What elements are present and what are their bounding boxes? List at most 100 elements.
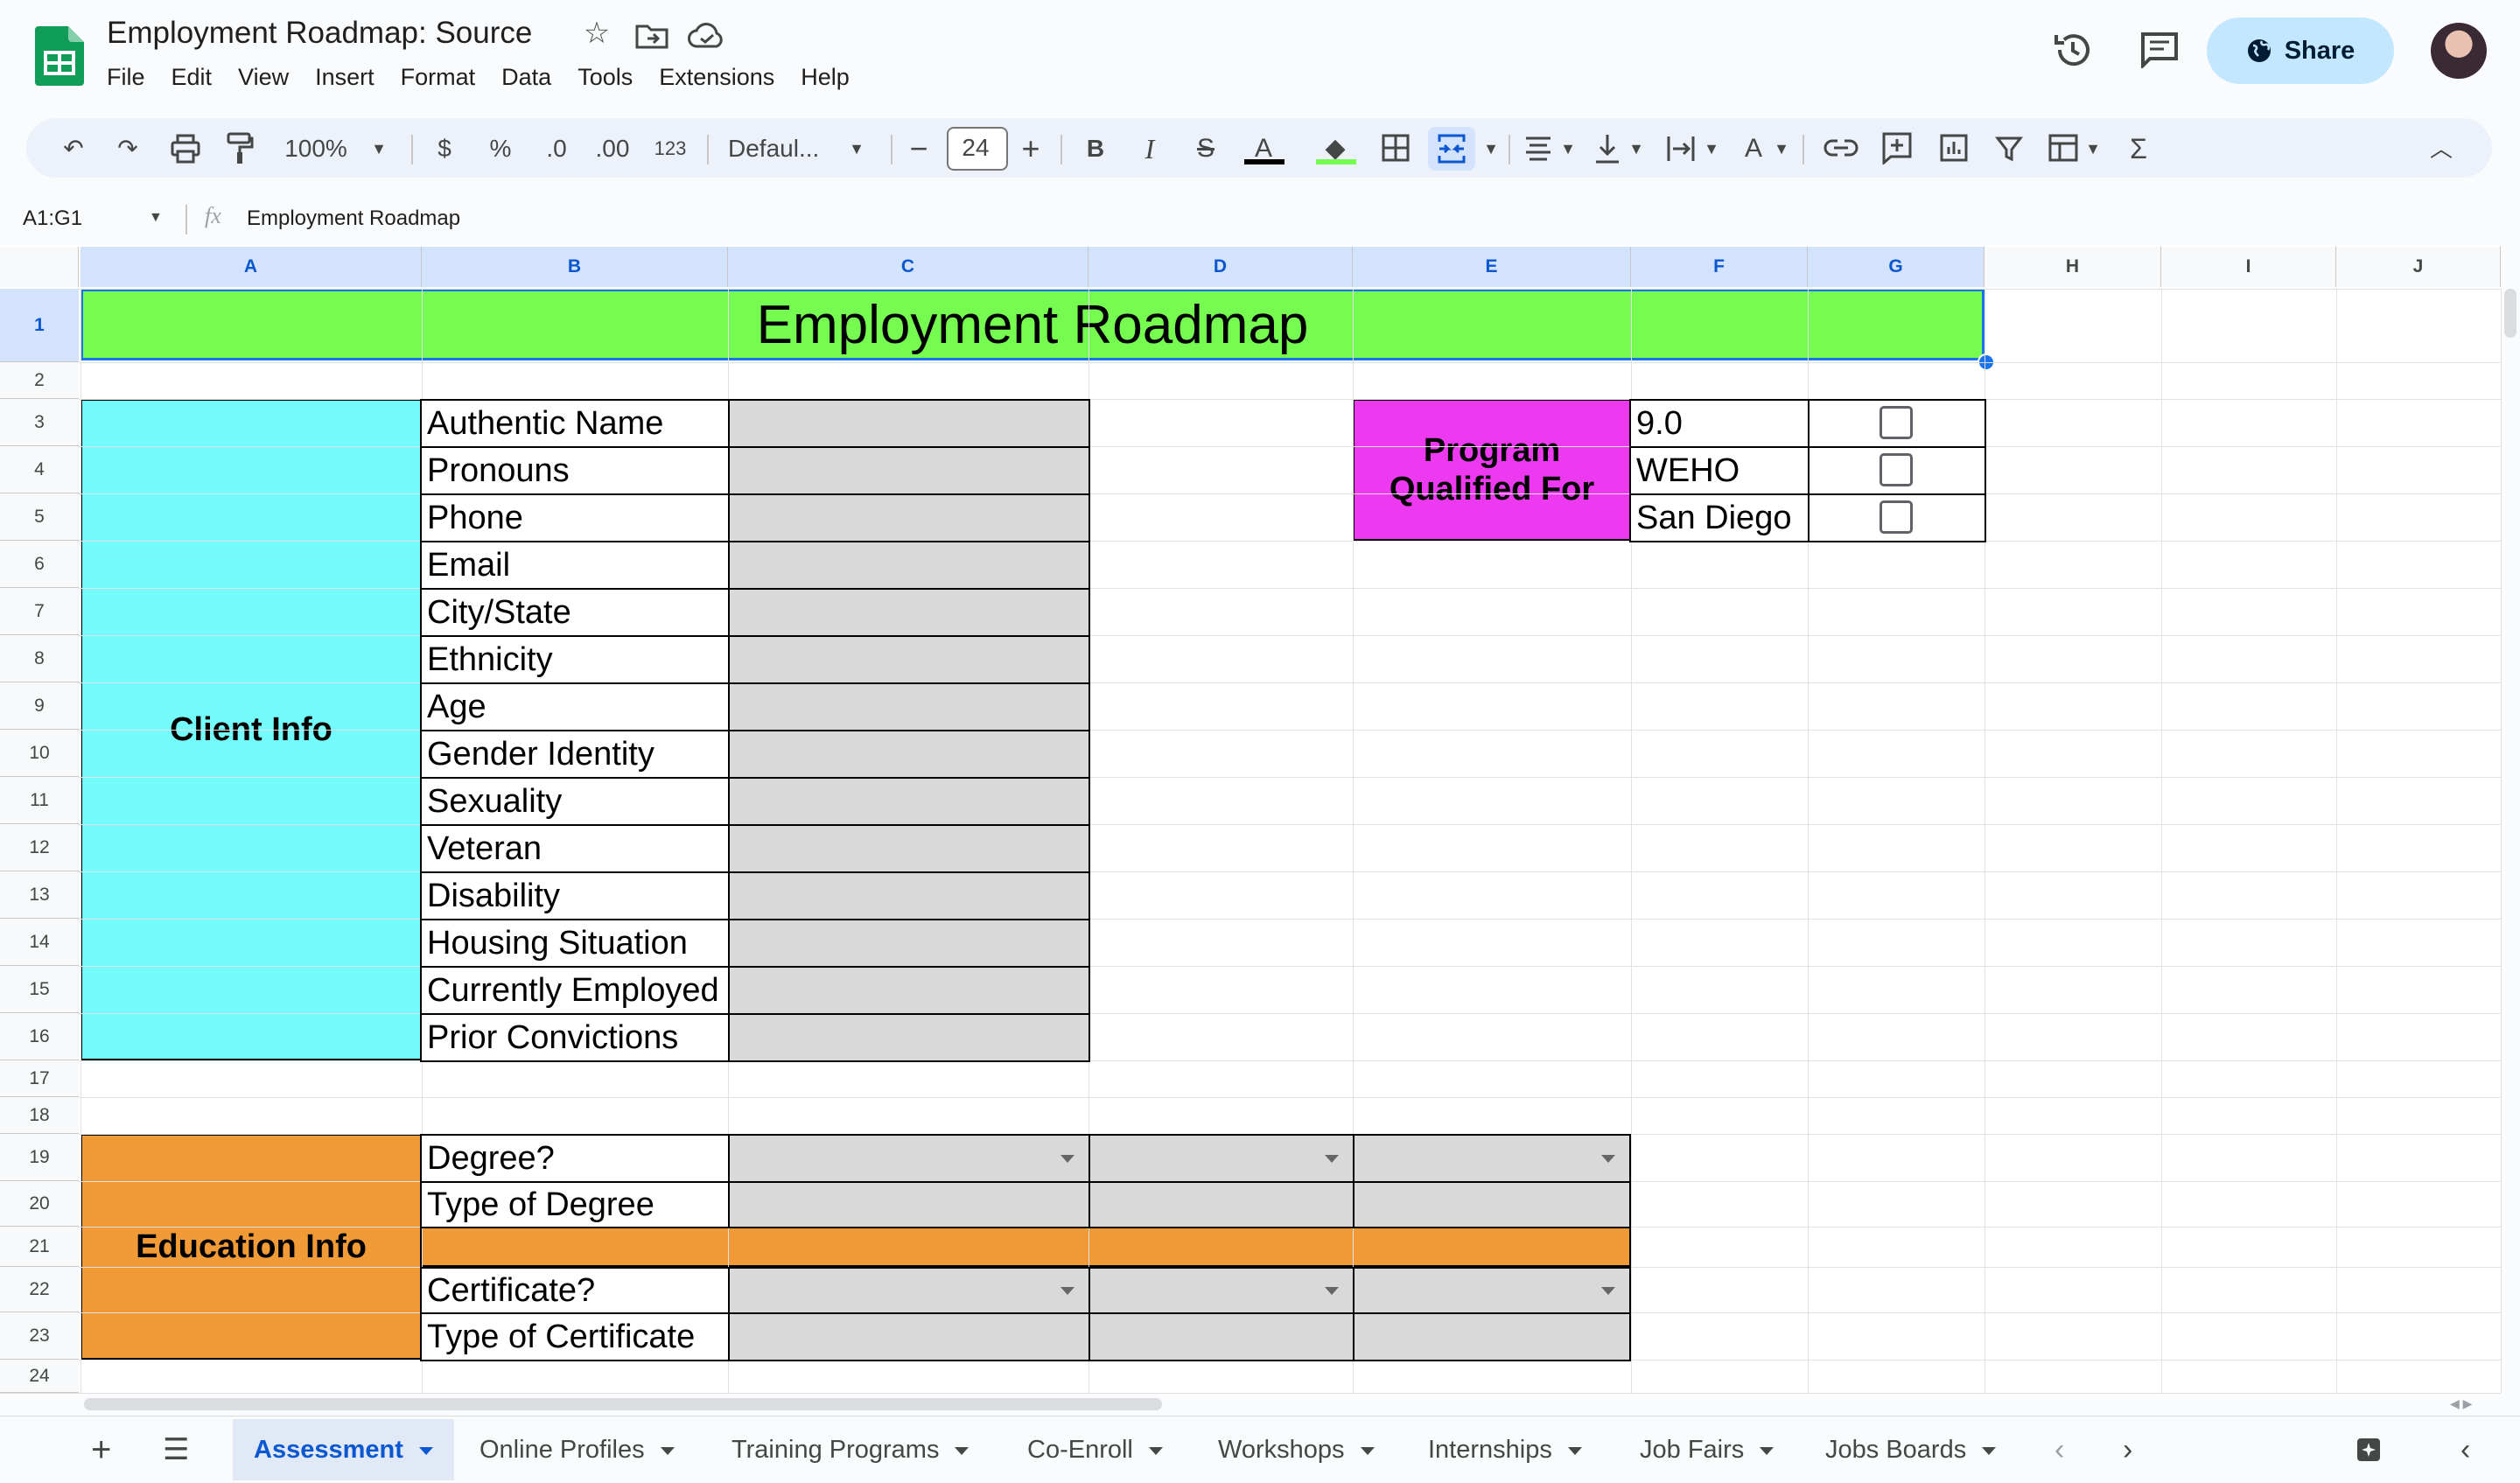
- client-field-value[interactable]: [728, 871, 1090, 920]
- scroll-left-arrow[interactable]: ◀ ▶: [2450, 1396, 2472, 1411]
- chevron-down-icon[interactable]: [1148, 1446, 1163, 1455]
- zoom-select[interactable]: 100%: [278, 129, 354, 168]
- row-header-24[interactable]: 24: [0, 1360, 79, 1393]
- column-header-h[interactable]: H: [1984, 247, 2161, 287]
- row-header-2[interactable]: 2: [0, 362, 79, 399]
- program-qualified-label[interactable]: Program Qualified For: [1353, 399, 1631, 541]
- education-info-section[interactable]: Education Info: [80, 1134, 422, 1360]
- tab-jobs-boards[interactable]: Jobs Boards: [1825, 1419, 1997, 1480]
- row-header-22[interactable]: 22: [0, 1267, 79, 1312]
- row-header-17[interactable]: 17: [0, 1060, 79, 1097]
- checkbox-icon[interactable]: [1880, 453, 1913, 486]
- undo-icon[interactable]: ↶: [54, 129, 93, 168]
- chevron-down-icon[interactable]: ▼: [368, 129, 390, 168]
- tab-co-enroll[interactable]: Co-Enroll: [1027, 1419, 1163, 1480]
- row-header-18[interactable]: 18: [0, 1097, 79, 1134]
- client-field-label[interactable]: Gender Identity: [420, 730, 730, 779]
- tab-workshops[interactable]: Workshops: [1218, 1419, 1375, 1480]
- chevron-down-icon[interactable]: ▼: [1558, 129, 1578, 168]
- vertical-scrollbar[interactable]: [2504, 289, 2516, 338]
- education-field-label[interactable]: Type of Degree: [420, 1181, 730, 1228]
- row-header-8[interactable]: 8: [0, 635, 79, 682]
- education-dropdown[interactable]: [1088, 1267, 1354, 1314]
- chevron-down-icon[interactable]: ▼: [1480, 129, 1502, 168]
- chevron-down-icon[interactable]: [1982, 1446, 1997, 1455]
- chevron-down-icon[interactable]: [1360, 1446, 1375, 1455]
- increase-decimal-button[interactable]: .00: [590, 129, 635, 168]
- client-field-label[interactable]: Veteran: [420, 824, 730, 873]
- menu-extensions[interactable]: Extensions: [659, 64, 774, 91]
- name-box[interactable]: A1:G1: [23, 206, 82, 231]
- client-field-value[interactable]: [728, 919, 1090, 968]
- education-value[interactable]: [728, 1181, 1090, 1228]
- menu-data[interactable]: Data: [501, 64, 551, 91]
- column-header-f[interactable]: F: [1631, 247, 1808, 287]
- client-field-value[interactable]: [728, 541, 1090, 590]
- menu-insert[interactable]: Insert: [315, 64, 374, 91]
- client-field-label[interactable]: Email: [420, 541, 730, 590]
- italic-button[interactable]: I: [1130, 129, 1169, 168]
- paint-format-icon[interactable]: [226, 131, 254, 166]
- decrease-decimal-button[interactable]: .0: [536, 129, 578, 168]
- percent-format-button[interactable]: %: [481, 129, 520, 168]
- row-header-6[interactable]: 6: [0, 541, 79, 588]
- filter-views-icon[interactable]: [2048, 133, 2079, 163]
- font-size-input[interactable]: 24: [947, 129, 1004, 167]
- chevron-down-icon[interactable]: [660, 1446, 675, 1455]
- checkbox-icon[interactable]: [1880, 500, 1913, 534]
- client-field-label[interactable]: Prior Convictions: [420, 1013, 730, 1062]
- client-field-value[interactable]: [728, 824, 1090, 873]
- increase-font-size-button[interactable]: +: [1012, 129, 1050, 168]
- formula-input[interactable]: Employment Roadmap: [247, 206, 460, 231]
- font-family-select[interactable]: Defaul...: [728, 129, 833, 168]
- row-header-1[interactable]: 1: [0, 289, 79, 362]
- column-header-g[interactable]: G: [1808, 247, 1984, 287]
- checkbox-icon[interactable]: [1880, 406, 1913, 439]
- education-dropdown[interactable]: [1353, 1267, 1631, 1314]
- program-option-label[interactable]: 9.0: [1629, 399, 1810, 448]
- strikethrough-icon[interactable]: S: [1186, 129, 1225, 168]
- share-button[interactable]: Share: [2207, 17, 2394, 84]
- select-all-corner[interactable]: [0, 247, 79, 287]
- education-dropdown[interactable]: [728, 1134, 1090, 1183]
- education-divider-row[interactable]: [420, 1227, 1631, 1267]
- row-header-3[interactable]: 3: [0, 399, 79, 446]
- client-field-label[interactable]: Housing Situation: [420, 919, 730, 968]
- client-field-label[interactable]: Sexuality: [420, 777, 730, 826]
- client-field-value[interactable]: [728, 635, 1090, 684]
- menu-tools[interactable]: Tools: [578, 64, 633, 91]
- education-field-label[interactable]: Certificate?: [420, 1267, 730, 1314]
- row-header-19[interactable]: 19: [0, 1134, 79, 1181]
- row-header-10[interactable]: 10: [0, 730, 79, 777]
- row-header-23[interactable]: 23: [0, 1312, 79, 1360]
- explore-icon[interactable]: [2356, 1437, 2382, 1463]
- scroll-tabs-right-icon[interactable]: ›: [2123, 1419, 2132, 1480]
- move-folder-icon[interactable]: [635, 23, 668, 49]
- row-header-20[interactable]: 20: [0, 1181, 79, 1227]
- tab-online-profiles[interactable]: Online Profiles: [480, 1419, 675, 1480]
- tab-assessment[interactable]: Assessment: [233, 1419, 454, 1480]
- comments-icon[interactable]: [2140, 31, 2179, 68]
- client-field-label[interactable]: Currently Employed: [420, 966, 730, 1015]
- education-dropdown[interactable]: [728, 1267, 1090, 1314]
- client-field-label[interactable]: Pronouns: [420, 446, 730, 495]
- chevron-down-icon[interactable]: [955, 1446, 970, 1455]
- chevron-down-icon[interactable]: [418, 1446, 433, 1455]
- filter-icon[interactable]: [1995, 135, 2023, 163]
- horizontal-align-icon[interactable]: [1524, 135, 1552, 163]
- chevron-down-icon[interactable]: ▼: [845, 129, 868, 168]
- add-sheet-icon[interactable]: +: [91, 1419, 111, 1480]
- client-field-label[interactable]: Authentic Name: [420, 399, 730, 448]
- row-header-12[interactable]: 12: [0, 824, 79, 871]
- column-header-c[interactable]: C: [728, 247, 1088, 287]
- insert-chart-icon[interactable]: [1939, 133, 1969, 163]
- chevron-down-icon[interactable]: [1567, 1446, 1582, 1455]
- client-field-value[interactable]: [728, 1013, 1090, 1062]
- client-field-value[interactable]: [728, 966, 1090, 1015]
- chevron-down-icon[interactable]: [1760, 1446, 1774, 1455]
- client-field-value[interactable]: [728, 399, 1090, 448]
- row-header-4[interactable]: 4: [0, 446, 79, 493]
- borders-icon[interactable]: [1381, 133, 1410, 163]
- column-header-i[interactable]: I: [2161, 247, 2336, 287]
- bold-button[interactable]: B: [1076, 129, 1115, 168]
